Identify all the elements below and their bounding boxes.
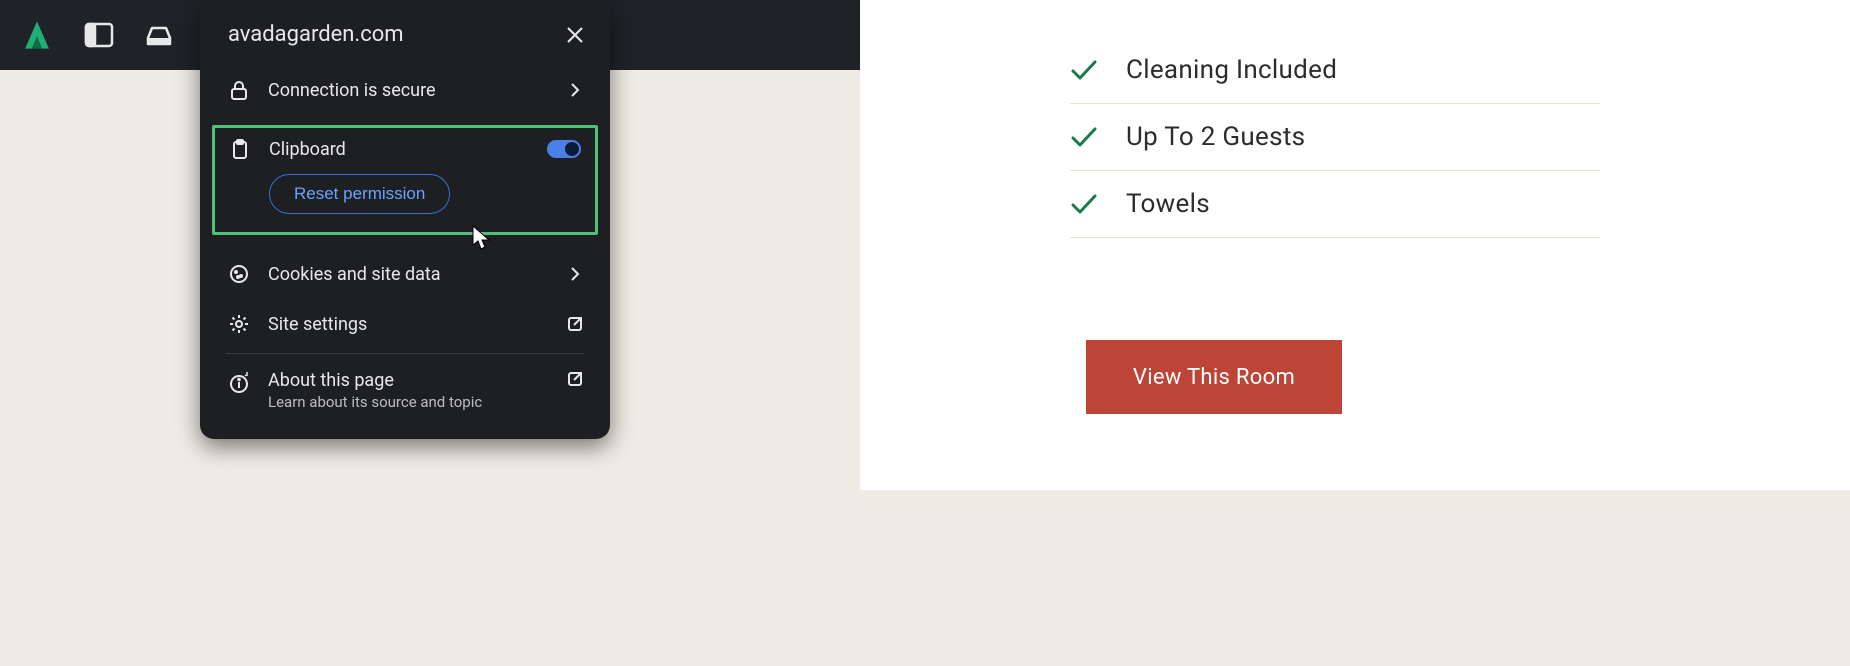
external-link-icon [566,370,584,388]
check-icon [1070,193,1098,215]
reset-permission-button[interactable]: Reset permission [269,174,450,214]
cookie-icon [228,263,250,285]
gear-icon [228,313,250,335]
site-info-popup: avadagarden.com Connection is secure Cli… [200,0,610,439]
sidebar-toggle-icon[interactable] [84,22,114,48]
feature-item: Cleaning Included [1070,55,1600,104]
site-settings-row[interactable]: Site settings [200,299,610,349]
clipboard-permission-section: Clipboard Reset permission [212,125,598,235]
external-link-icon [566,315,584,333]
about-label: About this page [268,370,548,391]
popup-header: avadagarden.com [200,0,610,65]
chevron-right-icon [566,81,584,99]
connection-secure-row[interactable]: Connection is secure [200,65,610,115]
check-icon [1070,59,1098,81]
disk-icon[interactable] [144,22,174,48]
app-logo-icon [20,18,54,52]
feature-label: Up To 2 Guests [1126,122,1305,152]
check-icon [1070,126,1098,148]
clipboard-icon [229,138,251,160]
about-sub: Learn about its source and topic [268,393,548,411]
site-domain: avadagarden.com [228,22,404,47]
features-list: Cleaning Included Up To 2 Guests Towels [1070,55,1600,238]
clipboard-label: Clipboard [269,139,529,160]
about-page-row[interactable]: About this page Learn about its source a… [200,358,610,429]
cookies-row[interactable]: Cookies and site data [200,249,610,299]
feature-item: Towels [1070,171,1600,238]
feature-label: Cleaning Included [1126,55,1337,85]
cookies-label: Cookies and site data [268,264,548,285]
connection-label: Connection is secure [268,80,548,101]
site-settings-label: Site settings [268,314,548,335]
chevron-right-icon [566,265,584,283]
feature-label: Towels [1126,189,1210,219]
divider [226,353,584,354]
feature-item: Up To 2 Guests [1070,104,1600,171]
room-card: Cleaning Included Up To 2 Guests Towels … [860,0,1850,490]
clipboard-toggle[interactable] [547,140,581,158]
lock-icon [228,79,250,101]
view-room-button[interactable]: View This Room [1086,340,1342,414]
clipboard-row: Clipboard [229,138,581,160]
close-icon[interactable] [566,26,584,44]
info-sparkle-icon [228,372,250,394]
